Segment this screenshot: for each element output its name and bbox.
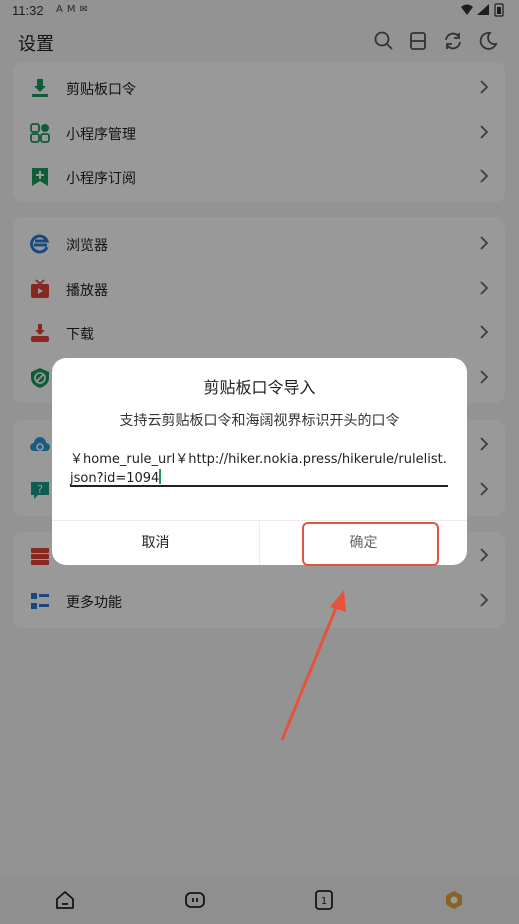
text-cursor <box>159 469 162 484</box>
dialog-subtitle: 支持云剪贴板口令和海阔视界标识开头的口令 <box>119 413 400 429</box>
command-input-value: ￥home_rule_url￥http://hiker.nokia.press/… <box>70 452 447 486</box>
annotation-arrow-icon <box>280 590 346 741</box>
cancel-button[interactable]: 取消 <box>52 521 259 565</box>
command-input[interactable]: ￥home_rule_url￥http://hiker.nokia.press/… <box>70 451 448 487</box>
dialog-title: 剪贴板口令导入 <box>203 378 316 397</box>
highlight-box <box>302 522 439 566</box>
